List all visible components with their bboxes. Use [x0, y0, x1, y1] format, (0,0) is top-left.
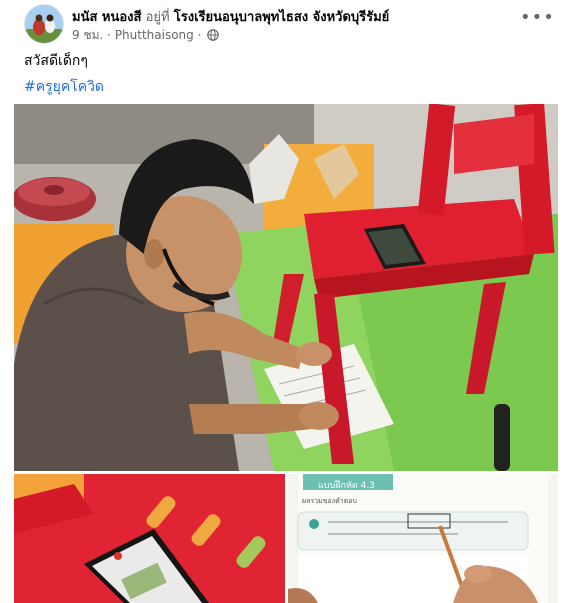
at-location-word: อยู่ที่ [145, 10, 170, 25]
meta-separator: · [197, 28, 202, 42]
meta-separator: · [107, 28, 111, 42]
author-line: มนัส หนองสี อยู่ที่ โรงเรียนอนุบาลพุทไธส… [72, 6, 389, 27]
author-avatar[interactable] [24, 4, 64, 44]
facebook-post: มนัส หนองสี อยู่ที่ โรงเรียนอนุบาลพุทไธส… [0, 0, 566, 603]
post-photo-worksheet[interactable]: แบบฝึกหัด 4.3 ผลรวมของคำตอบ [288, 474, 558, 603]
post-photo-main[interactable] [14, 104, 558, 471]
post-text: สวัสดีเด็กๆ [24, 53, 88, 69]
post-header: มนัส หนองสี อยู่ที่ โรงเรียนอนุบาลพุทไธส… [24, 4, 554, 45]
author-name[interactable]: มนัส หนองสี [72, 10, 141, 25]
more-options-icon[interactable]: ••• [520, 9, 554, 32]
globe-icon[interactable] [207, 29, 220, 41]
post-location[interactable]: Phutthaisong [115, 28, 194, 42]
post-photo-phone[interactable] [14, 474, 285, 603]
worksheet-subtitle: ผลรวมของคำตอบ [302, 497, 357, 505]
hashtag-link[interactable]: #ครูยุคโควิด [24, 76, 104, 98]
place-name[interactable]: โรงเรียนอนุบาลพุทไธสง จังหวัดบุรีรัมย์ [174, 10, 390, 25]
post-timestamp[interactable]: 9 ชม. [72, 28, 103, 42]
post-meta: 9 ชม. · Phutthaisong · [72, 26, 220, 45]
worksheet-title: แบบฝึกหัด 4.3 [318, 481, 375, 491]
